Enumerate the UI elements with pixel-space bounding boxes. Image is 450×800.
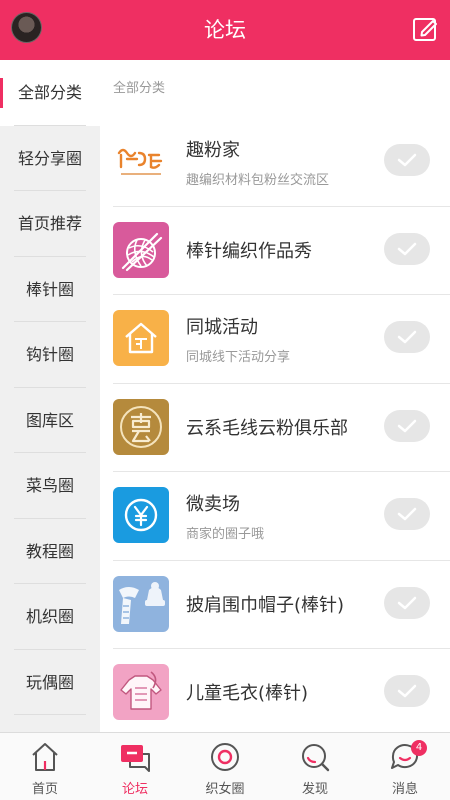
forum-icon (121, 745, 150, 772)
follow-button[interactable] (384, 232, 430, 265)
forum-row[interactable]: 微卖场 商家的圈子哦 (113, 472, 450, 561)
check-icon (397, 507, 417, 521)
sidebar-item-beginner[interactable]: 菜鸟圈 (0, 453, 100, 519)
forum-desc: 同城线下活动分享 (186, 350, 291, 365)
follow-button[interactable] (384, 321, 430, 353)
circle-icon (211, 743, 239, 771)
check-icon (397, 596, 417, 609)
forum-name: 儿童毛衣(棒针) (186, 683, 309, 704)
tab-home[interactable]: 首页 (0, 733, 90, 800)
sidebar-item-dolls[interactable]: 玩偶圈 (0, 650, 100, 716)
forum-list-panel: 全部分类 趣粉家 趣编织材料包粉丝交流区 棒针编织作品秀 同城活动 同城线下活动… (100, 60, 450, 732)
yuan-coin-icon (113, 487, 169, 543)
discover-icon (302, 744, 330, 772)
yun-logo-icon (113, 398, 169, 455)
forum-row[interactable]: 儿童毛衣(棒针) (113, 649, 450, 732)
forum-row[interactable]: 趣粉家 趣编织材料包粉丝交流区 (113, 118, 450, 207)
check-icon (397, 419, 417, 432)
forum-desc: 商家的圈子哦 (186, 527, 265, 542)
forum-name: 同城活动 (186, 317, 258, 338)
page-title: 论坛 (204, 18, 246, 42)
forum-name: 棒针编织作品秀 (186, 240, 312, 262)
header-bar: 论坛 (0, 0, 450, 60)
sidebar-item-light-share[interactable]: 轻分享圈 (0, 126, 100, 192)
forum-name: 披肩围巾帽子(棒针) (186, 594, 345, 616)
follow-button[interactable] (384, 409, 430, 442)
follow-button[interactable] (384, 675, 430, 707)
follow-button[interactable] (384, 498, 430, 530)
sidebar-item-machine[interactable]: 机织圈 (0, 584, 100, 650)
sidebar-item-all[interactable]: 全部分类 (0, 60, 100, 126)
check-icon (397, 330, 417, 344)
scarf-hat-icon (113, 575, 169, 632)
compose-icon[interactable] (412, 16, 438, 42)
bottom-tab-bar: 首页 论坛 织女圈 发现 4 消息 (0, 732, 450, 800)
kids-sweater-icon (113, 664, 169, 720)
yarn-ball-icon (113, 221, 169, 278)
sidebar-item-tutorial[interactable]: 教程圈 (0, 519, 100, 585)
forum-row[interactable]: 披肩围巾帽子(棒针) (113, 561, 450, 649)
check-icon (397, 153, 417, 167)
tab-forum[interactable]: 论坛 (90, 733, 180, 800)
category-sidebar: 全部分类 轻分享圈 首页推荐 棒针圈 钩针圈 图库区 菜鸟圈 教程圈 机织圈 玩… (0, 60, 100, 732)
sidebar-item-crochet[interactable]: 钩针圈 (0, 322, 100, 388)
sidebar-item-gallery[interactable]: 图库区 (0, 388, 100, 454)
forum-name: 微卖场 (186, 494, 240, 515)
forum-row[interactable]: 云系毛线云粉俱乐部 (113, 384, 450, 472)
check-icon (397, 242, 417, 255)
house-icon (113, 310, 169, 366)
tab-circle[interactable]: 织女圈 (180, 733, 270, 800)
follow-button[interactable] (384, 586, 430, 619)
forum-row[interactable]: 同城活动 同城线下活动分享 (113, 295, 450, 384)
check-icon (397, 684, 417, 698)
tab-messages[interactable]: 4 消息 (360, 733, 450, 800)
forum-name: 趣粉家 (186, 140, 240, 161)
forum-desc: 趣编织材料包粉丝交流区 (186, 173, 330, 188)
section-title: 全部分类 (113, 81, 166, 96)
qufen-logo-icon (113, 133, 169, 189)
sidebar-item-other[interactable]: 其他 (0, 715, 100, 732)
follow-button[interactable] (384, 144, 430, 176)
unread-badge: 4 (411, 740, 427, 756)
forum-name: 云系毛线云粉俱乐部 (186, 417, 348, 439)
sidebar-item-home-recommend[interactable]: 首页推荐 (0, 191, 100, 257)
sidebar-item-knitting[interactable]: 棒针圈 (0, 257, 100, 323)
home-icon (32, 743, 58, 771)
tab-discover[interactable]: 发现 (270, 733, 360, 800)
forum-row[interactable]: 棒针编织作品秀 (113, 207, 450, 295)
